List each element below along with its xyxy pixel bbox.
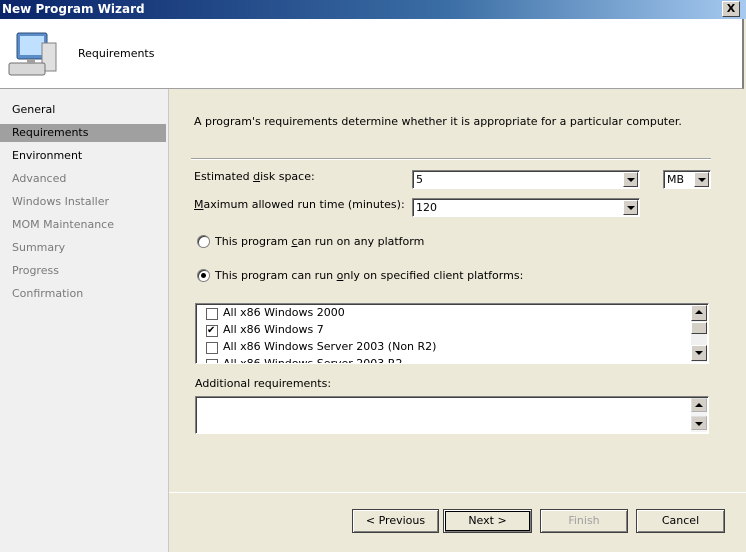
divider: [191, 158, 711, 160]
finish-button: Finish: [540, 509, 628, 533]
radio-any-platform[interactable]: [197, 235, 210, 248]
scroll-up-icon[interactable]: [691, 305, 707, 321]
next-button[interactable]: Next >: [443, 509, 532, 533]
scroll-down-icon[interactable]: [691, 345, 707, 361]
close-button[interactable]: X: [722, 1, 740, 17]
nav-item-advanced: Advanced: [12, 172, 67, 185]
run-time-value: 120: [416, 201, 437, 214]
disk-space-combo[interactable]: 5: [412, 170, 640, 189]
textarea-scrollbar[interactable]: [691, 398, 707, 432]
disk-unit-value: MB: [667, 173, 685, 186]
description-text: A program's requirements determine wheth…: [194, 115, 682, 128]
platform-checkbox[interactable]: [206, 342, 218, 354]
nav-item-environment[interactable]: Environment: [0, 147, 166, 165]
nav-item-general[interactable]: General: [0, 101, 166, 119]
page-title: Requirements: [78, 47, 155, 60]
platform-checkbox[interactable]: [206, 308, 218, 320]
run-time-label: Maximum allowed run time (minutes):: [194, 198, 405, 211]
wizard-header: Requirements: [0, 19, 744, 89]
platform-checkbox[interactable]: [206, 323, 218, 339]
nav-item-mom-maintenance: MOM Maintenance: [12, 218, 114, 231]
title-bar: New Program Wizard X: [0, 0, 746, 19]
wizard-content: A program's requirements determine wheth…: [169, 89, 746, 552]
previous-button[interactable]: < Previous: [352, 509, 439, 533]
disk-space-label: Estimated disk space:: [194, 170, 315, 183]
nav-item-confirmation: Confirmation: [12, 287, 84, 300]
disk-space-value: 5: [416, 173, 423, 186]
disk-unit-select[interactable]: MB: [663, 170, 711, 189]
radio-any-platform-label[interactable]: This program can run on any platform: [215, 235, 424, 248]
scroll-up-icon[interactable]: [691, 398, 707, 412]
platform-list-scrollbar[interactable]: [691, 305, 707, 362]
chevron-down-icon[interactable]: [694, 172, 709, 187]
radio-specified-platforms[interactable]: [197, 269, 210, 282]
nav-item-requirements[interactable]: Requirements: [0, 124, 166, 142]
platform-list[interactable]: All x86 Windows 2000 All x86 Windows 7 A…: [195, 303, 709, 364]
nav-item-windows-installer: Windows Installer: [12, 195, 110, 208]
wizard-nav: General Requirements Environment Advance…: [0, 89, 169, 552]
computer-icon: [8, 32, 57, 76]
window-title: New Program Wizard: [2, 2, 145, 16]
run-time-combo[interactable]: 120: [412, 198, 640, 217]
platform-checkbox[interactable]: [206, 359, 218, 363]
additional-requirements-input[interactable]: [195, 396, 709, 434]
scroll-thumb[interactable]: [691, 322, 707, 334]
nav-item-summary: Summary: [12, 241, 66, 254]
scroll-down-icon[interactable]: [691, 416, 707, 430]
radio-specified-platforms-label[interactable]: This program can run only on specified c…: [215, 269, 523, 282]
chevron-down-icon[interactable]: [623, 172, 638, 187]
chevron-down-icon[interactable]: [623, 200, 638, 215]
cancel-button[interactable]: Cancel: [636, 509, 725, 533]
nav-item-progress: Progress: [12, 264, 59, 277]
additional-requirements-label: Additional requirements:: [195, 377, 332, 390]
footer-divider: [169, 492, 746, 493]
